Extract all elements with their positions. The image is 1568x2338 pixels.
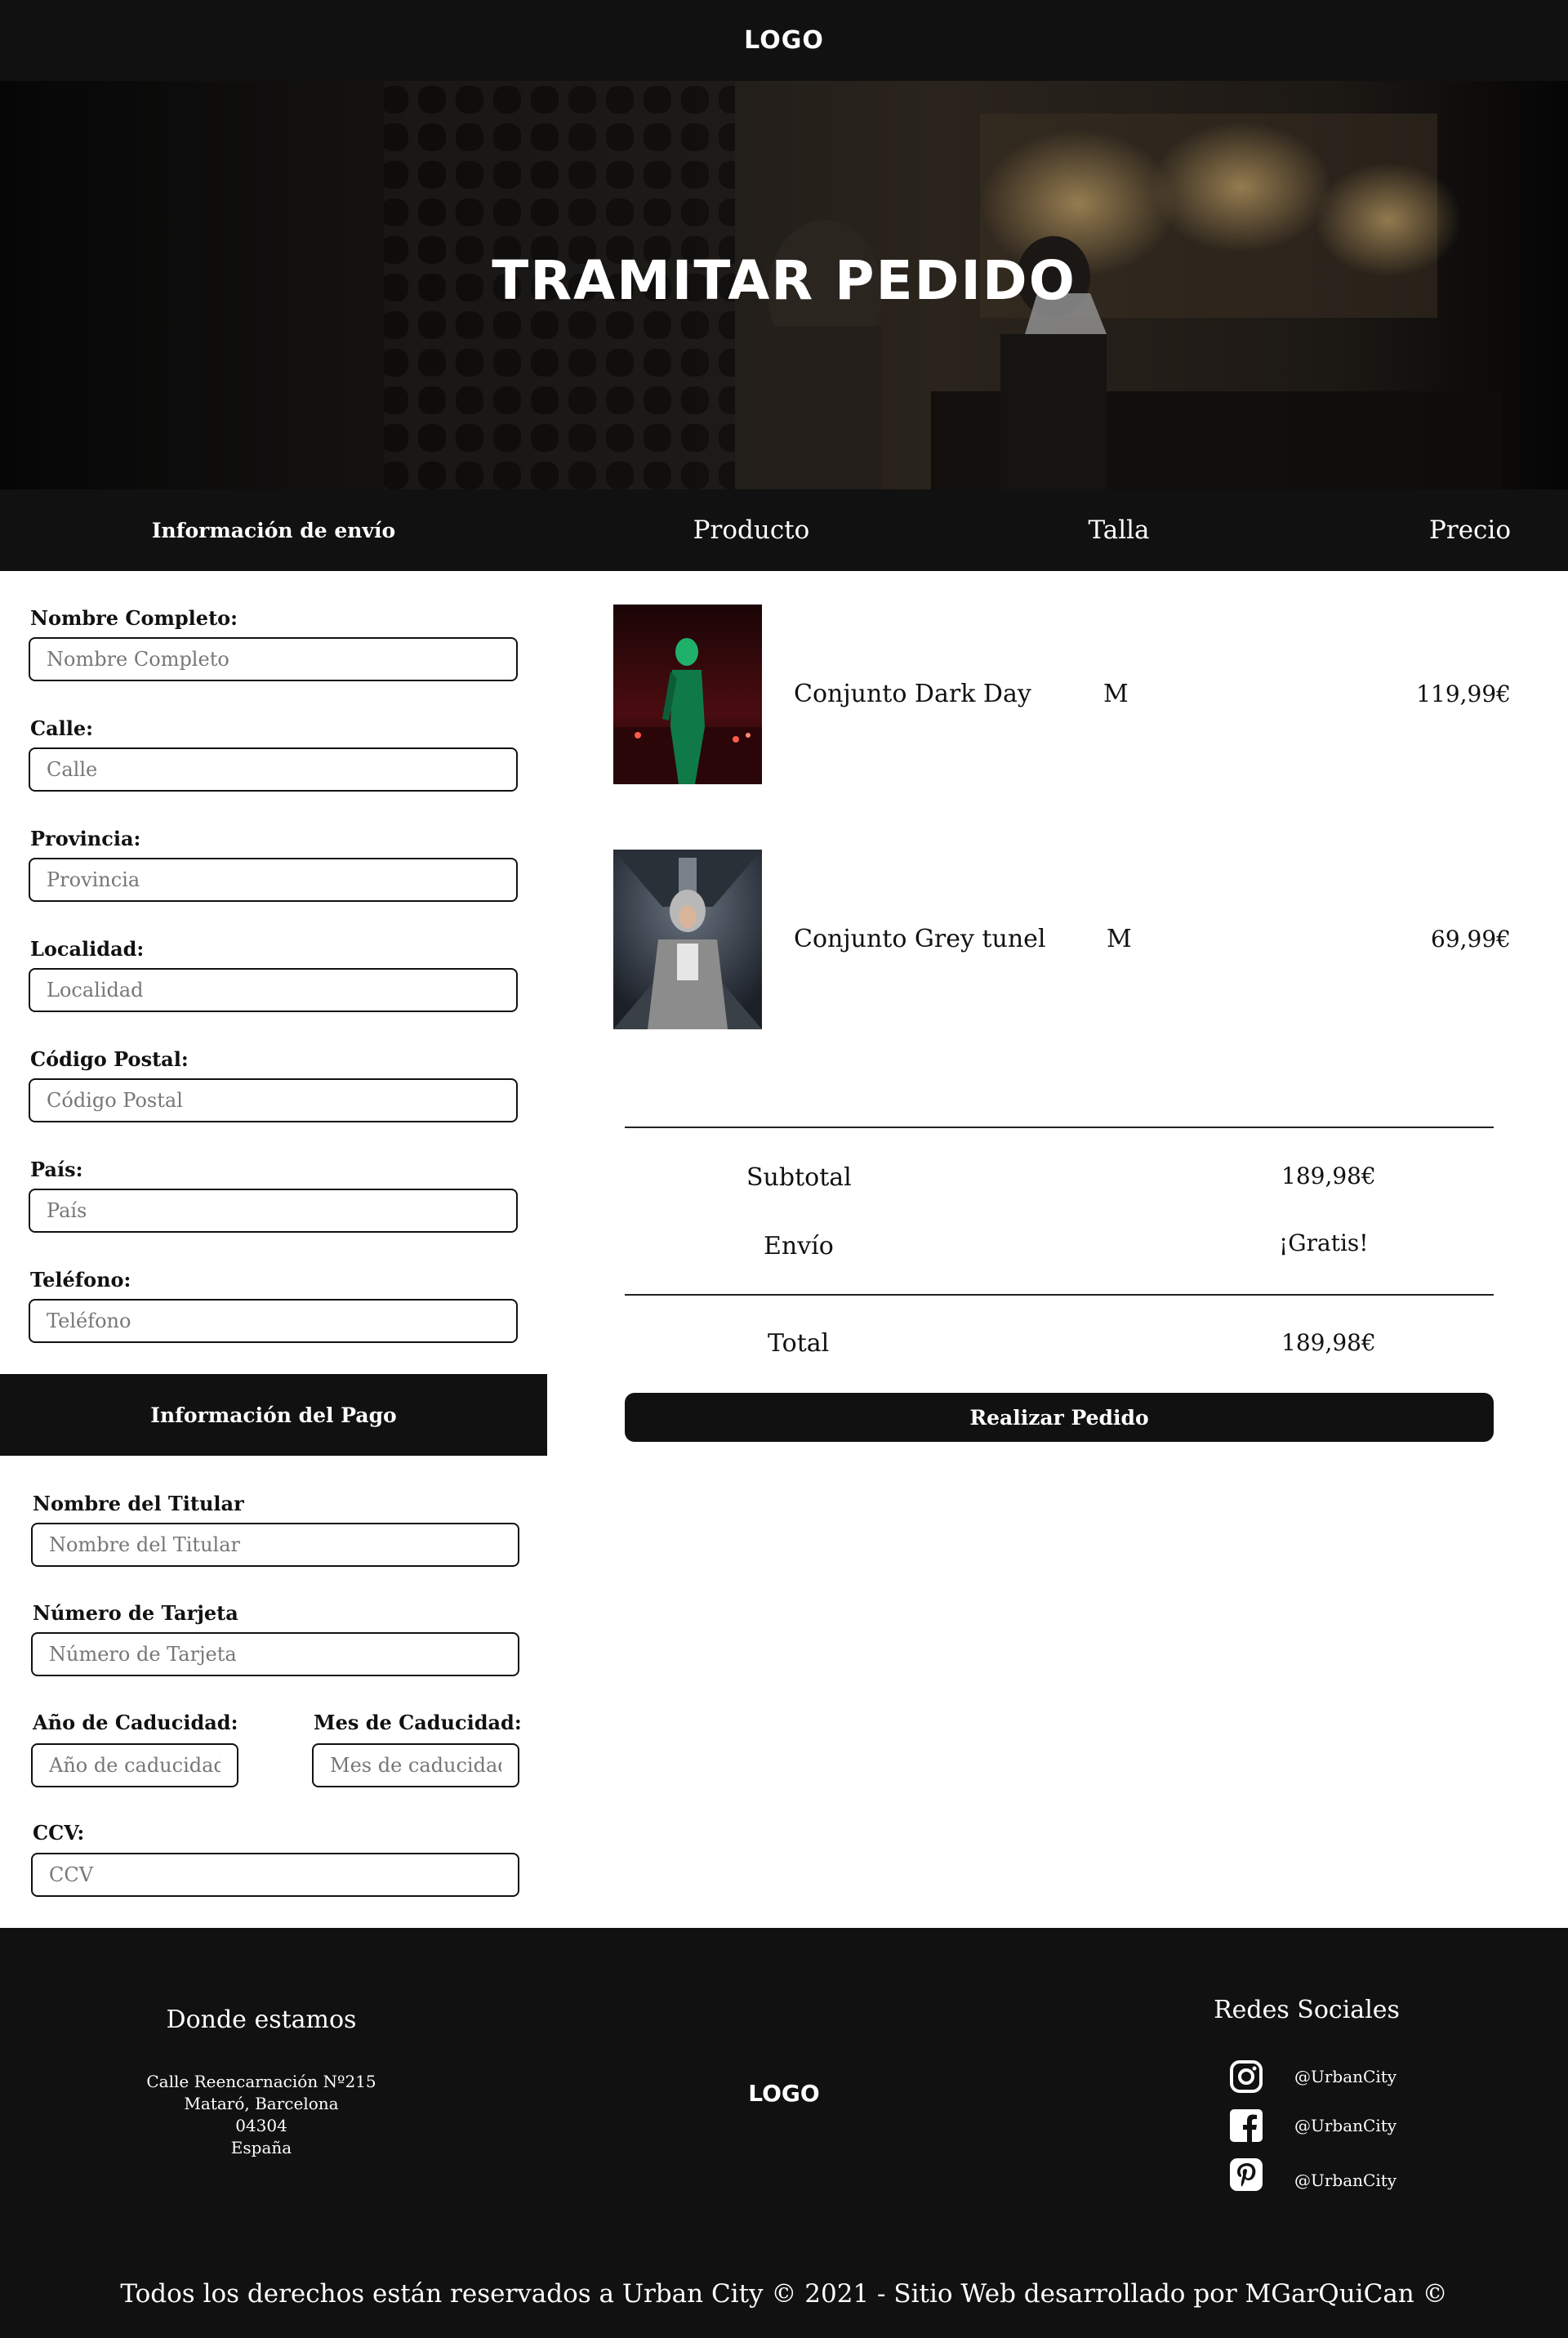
expiry-year-input[interactable]: [31, 1743, 238, 1787]
facebook-handle[interactable]: @UrbanCity: [1294, 2116, 1396, 2135]
full-name-input[interactable]: [29, 637, 518, 681]
postal-code-input[interactable]: [29, 1078, 518, 1122]
instagram-icon[interactable]: [1229, 2059, 1263, 2094]
product-name[interactable]: Conjunto Grey tunel: [794, 925, 1046, 953]
product-photo: [613, 605, 762, 784]
header-logo[interactable]: LOGO: [0, 0, 1568, 81]
ccv-input[interactable]: [31, 1853, 519, 1897]
subtotal-value: 189,98€: [1281, 1162, 1376, 1189]
total-label: Total: [768, 1329, 830, 1358]
shipping-cost-value: ¡Gratis!: [1279, 1229, 1369, 1256]
facebook-icon[interactable]: [1229, 2108, 1263, 2143]
country-label: País:: [30, 1158, 83, 1181]
expiry-month-input[interactable]: [312, 1743, 519, 1787]
total-value: 189,98€: [1281, 1329, 1376, 1356]
social-title: Redes Sociales: [1214, 1996, 1400, 2024]
country-input[interactable]: [29, 1189, 518, 1233]
copyright-text: Todos los derechos están reservados a Ur…: [120, 2279, 1448, 2309]
summary-divider: [625, 1294, 1494, 1296]
card-number-input[interactable]: [31, 1632, 519, 1676]
product-size: M: [1107, 925, 1132, 953]
expiry-year-label: Año de Caducidad:: [33, 1711, 238, 1734]
card-holder-input[interactable]: [31, 1523, 519, 1567]
product-price: 119,99€: [1416, 680, 1511, 707]
phone-input[interactable]: [29, 1299, 518, 1343]
full-name-label: Nombre Completo:: [30, 606, 238, 630]
footer-location-title: Donde estamos: [166, 2006, 357, 2034]
column-header-size: Talla: [1088, 515, 1150, 545]
ccv-label: CCV:: [33, 1821, 85, 1845]
street-label: Calle:: [30, 716, 94, 740]
address-line: Calle Reencarnación Nº215: [146, 2072, 376, 2091]
shipping-section-title: Información de envío: [151, 518, 396, 542]
product-image-grey-tunel[interactable]: [613, 850, 762, 1029]
pinterest-icon[interactable]: [1229, 2157, 1263, 2192]
province-input[interactable]: [29, 858, 518, 902]
payment-section-title: Información del Pago: [0, 1374, 547, 1456]
province-label: Provincia:: [30, 827, 141, 850]
product-size: M: [1103, 680, 1129, 708]
product-photo: [613, 850, 762, 1029]
address-line: 04304: [235, 2116, 287, 2135]
locality-label: Localidad:: [30, 937, 145, 961]
product-price: 69,99€: [1431, 926, 1511, 953]
column-header-product: Producto: [693, 515, 810, 545]
phone-label: Teléfono:: [30, 1268, 131, 1292]
expiry-month-label: Mes de Caducidad:: [314, 1711, 522, 1734]
subtotal-label: Subtotal: [746, 1163, 852, 1192]
column-header-price: Precio: [1429, 515, 1511, 545]
locality-input[interactable]: [29, 968, 518, 1012]
instagram-handle[interactable]: @UrbanCity: [1294, 2067, 1396, 2086]
product-name[interactable]: Conjunto Dark Day: [794, 680, 1031, 708]
address-line: España: [230, 2138, 292, 2157]
product-image-dark-day[interactable]: [613, 605, 762, 784]
footer-logo[interactable]: LOGO: [662, 2075, 906, 2111]
postal-code-label: Código Postal:: [30, 1047, 189, 1071]
summary-divider: [625, 1127, 1494, 1128]
pinterest-handle[interactable]: @UrbanCity: [1294, 2171, 1396, 2190]
card-number-label: Número de Tarjeta: [33, 1601, 238, 1625]
place-order-button[interactable]: Realizar Pedido: [625, 1393, 1494, 1442]
card-holder-label: Nombre del Titular: [33, 1492, 244, 1515]
address-line: Mataró, Barcelona: [184, 2094, 339, 2113]
street-input[interactable]: [29, 747, 518, 792]
page-title: TRAMITAR PEDIDO: [492, 249, 1076, 312]
shipping-cost-label: Envío: [764, 1232, 834, 1260]
